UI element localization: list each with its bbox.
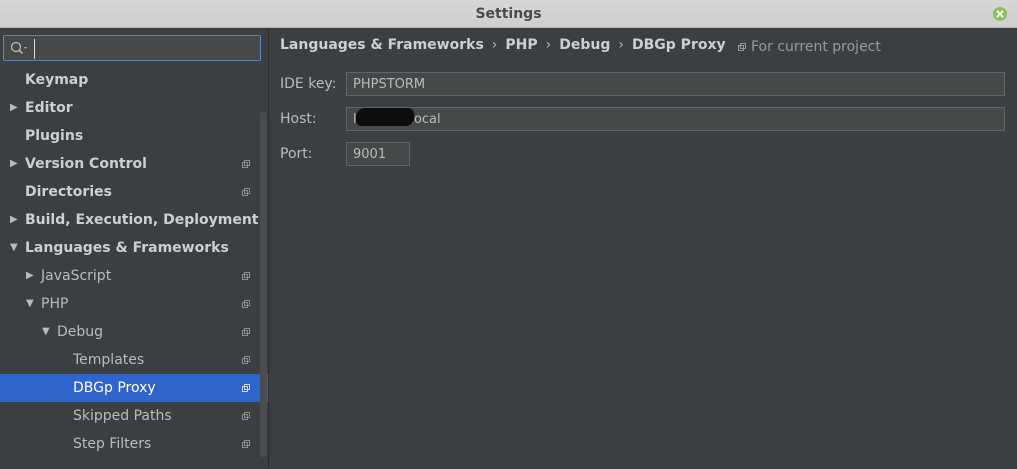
project-scope-icon <box>242 328 250 336</box>
sidebar-item-label: Skipped Paths <box>73 408 172 424</box>
sidebar-item-templates[interactable]: Templates <box>0 346 268 374</box>
sidebar-item-debug[interactable]: ▼ Debug <box>0 318 268 346</box>
sidebar-item-build[interactable]: ▶ Build, Execution, Deployment <box>0 206 268 234</box>
expand-arrow-icon[interactable]: ▶ <box>10 94 18 122</box>
sidebar-item-label: DBGp Proxy <box>73 380 156 396</box>
settings-content: Languages & Frameworks › PHP › Debug › DBGp Pr… <box>270 28 1017 469</box>
breadcrumb: Languages & Frameworks › PHP › Debug › DBGp Pr… <box>280 37 726 53</box>
sidebar-item-label: PHP <box>41 296 69 312</box>
window-title: Settings <box>475 6 542 22</box>
sidebar-item-dbgp-proxy[interactable]: DBGp Proxy <box>0 374 268 402</box>
search-icon <box>10 41 30 59</box>
breadcrumb-separator: › <box>545 37 552 53</box>
sidebar-item-languages[interactable]: ▼ Languages & Frameworks <box>0 234 268 262</box>
sidebar-item-label: Plugins <box>25 128 84 144</box>
settings-sidebar: Keymap ▶ Editor Plugins ▶ Version Contro… <box>0 28 269 469</box>
sidebar-item-label: Languages & Frameworks <box>25 240 229 256</box>
project-scope-icon <box>242 384 250 392</box>
expand-arrow-icon[interactable]: ▶ <box>10 150 18 178</box>
sidebar-item-label: Build, Execution, Deployment <box>25 212 259 228</box>
breadcrumb-separator: › <box>618 37 624 53</box>
scope-indicator: For current project <box>738 39 881 55</box>
host-label: Host: <box>280 111 317 127</box>
sidebar-item-directories[interactable]: Directories <box>0 178 268 206</box>
sidebar-item-skipped-paths[interactable]: Skipped Paths <box>0 402 268 430</box>
ide-key-field[interactable] <box>346 72 1005 96</box>
collapse-arrow-icon[interactable]: ▼ <box>10 234 18 262</box>
ide-key-label: IDE key: <box>280 76 337 92</box>
sidebar-scrollbar[interactable] <box>260 112 267 457</box>
port-field[interactable] <box>346 142 410 166</box>
project-scope-icon <box>242 412 250 420</box>
project-scope-icon <box>242 272 250 280</box>
project-scope-icon <box>242 440 250 448</box>
sidebar-item-version-control[interactable]: ▶ Version Control <box>0 150 268 178</box>
collapse-arrow-icon[interactable]: ▼ <box>26 290 34 318</box>
sidebar-item-editor[interactable]: ▶ Editor <box>0 94 268 122</box>
sidebar-item-label: Templates <box>73 352 145 368</box>
sidebar-item-javascript[interactable]: ▶ JavaScript <box>0 262 268 290</box>
close-button[interactable] <box>993 7 1007 21</box>
search-box[interactable] <box>3 35 261 61</box>
sidebar-item-label: Editor <box>25 100 73 116</box>
sidebar-item-plugins[interactable]: Plugins <box>0 122 268 150</box>
sidebar-item-label: Step Filters <box>73 436 152 452</box>
project-scope-icon <box>242 160 250 168</box>
sidebar-item-label: Keymap <box>25 72 89 88</box>
project-scope-icon <box>242 356 250 364</box>
sidebar-item-label: JavaScript <box>41 268 112 284</box>
sidebar-item-label: Debug <box>57 324 104 340</box>
project-scope-icon <box>738 42 746 51</box>
expand-arrow-icon[interactable]: ▶ <box>10 206 18 234</box>
project-scope-icon <box>242 300 250 308</box>
port-label: Port: <box>280 146 313 162</box>
breadcrumb-item: PHP <box>505 37 538 53</box>
host-field[interactable] <box>346 107 1005 131</box>
title-bar: Settings <box>0 0 1017 28</box>
sidebar-item-label: Version Control <box>25 156 147 172</box>
project-scope-icon <box>242 188 250 196</box>
breadcrumb-item: DBGp Proxy <box>632 37 726 53</box>
sidebar-item-keymap[interactable]: Keymap <box>0 66 268 94</box>
breadcrumb-item: Debug <box>559 37 611 53</box>
close-icon <box>996 10 1004 18</box>
collapse-arrow-icon[interactable]: ▼ <box>42 318 50 346</box>
sidebar-item-php[interactable]: ▼ PHP <box>0 290 268 318</box>
scope-label: For current project <box>751 39 881 55</box>
sidebar-item-step-filters[interactable]: Step Filters <box>0 430 268 458</box>
redaction-mark <box>356 108 414 126</box>
search-input[interactable] <box>34 39 260 59</box>
breadcrumb-separator: › <box>491 37 498 53</box>
expand-arrow-icon[interactable]: ▶ <box>26 262 34 290</box>
sidebar-item-label: Directories <box>25 184 112 200</box>
breadcrumb-item: Languages & Frameworks <box>280 37 484 53</box>
